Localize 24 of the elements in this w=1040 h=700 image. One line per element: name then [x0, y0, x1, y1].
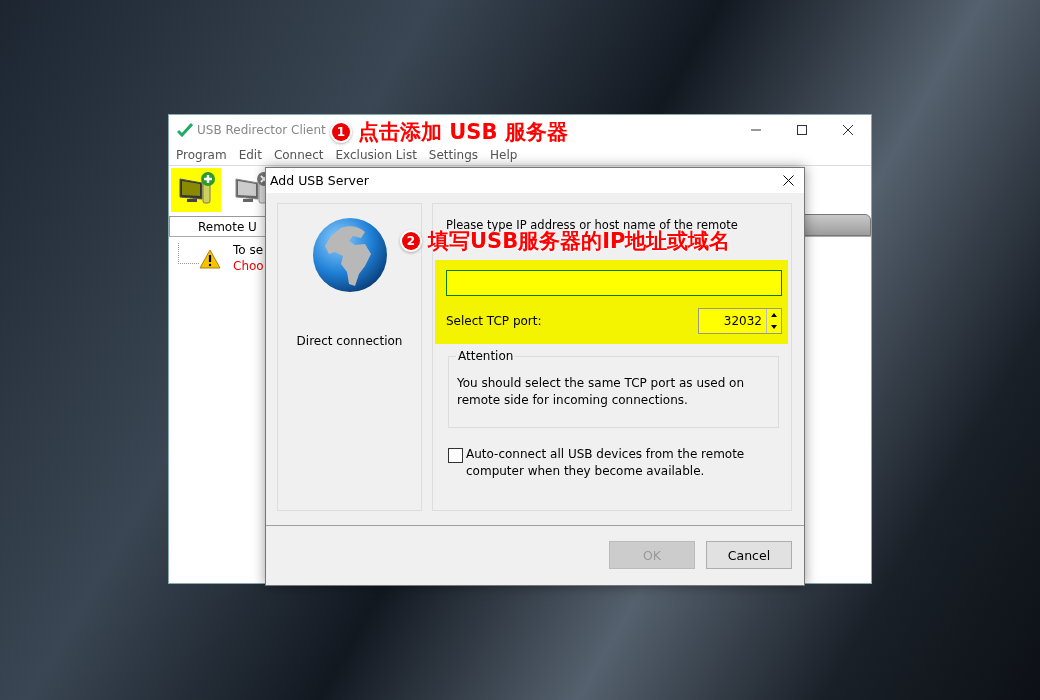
checkbox-label[interactable]: Auto-connect all USB devices from the remote computer when they become available.	[466, 446, 779, 480]
port-spinner[interactable]: 32032	[698, 308, 782, 334]
check-icon	[177, 123, 193, 137]
warning-icon	[199, 249, 221, 269]
attention-text: You should select the same TCP port as used on remote side for incoming connections.	[457, 376, 745, 407]
menu-item[interactable]: Exclusion List	[335, 148, 417, 162]
annotation-callout: 1 点击添加 USB 服务器	[332, 118, 568, 146]
attention-title: Attention	[456, 349, 516, 363]
menu-item[interactable]: Program	[176, 148, 227, 162]
close-icon[interactable]	[783, 175, 794, 186]
address-field[interactable]	[446, 270, 782, 296]
dialog-button[interactable]: Cancel	[706, 541, 792, 569]
tree-text: To se	[233, 243, 265, 257]
toolbar-button[interactable]	[171, 168, 221, 212]
port-label: Select TCP port:	[446, 314, 542, 328]
dialog-title: Add USB Server	[270, 173, 369, 188]
window-title: USB Redirector Client	[197, 123, 326, 137]
menu-item[interactable]: Help	[490, 148, 518, 162]
menu-item[interactable]: Connect	[273, 148, 324, 162]
menu-item[interactable]: Edit	[238, 148, 262, 162]
globe-icon	[310, 216, 389, 294]
checkbox[interactable]	[448, 448, 463, 463]
menu-item[interactable]: Settings	[428, 148, 479, 162]
method-label: Direct connection	[296, 334, 403, 348]
